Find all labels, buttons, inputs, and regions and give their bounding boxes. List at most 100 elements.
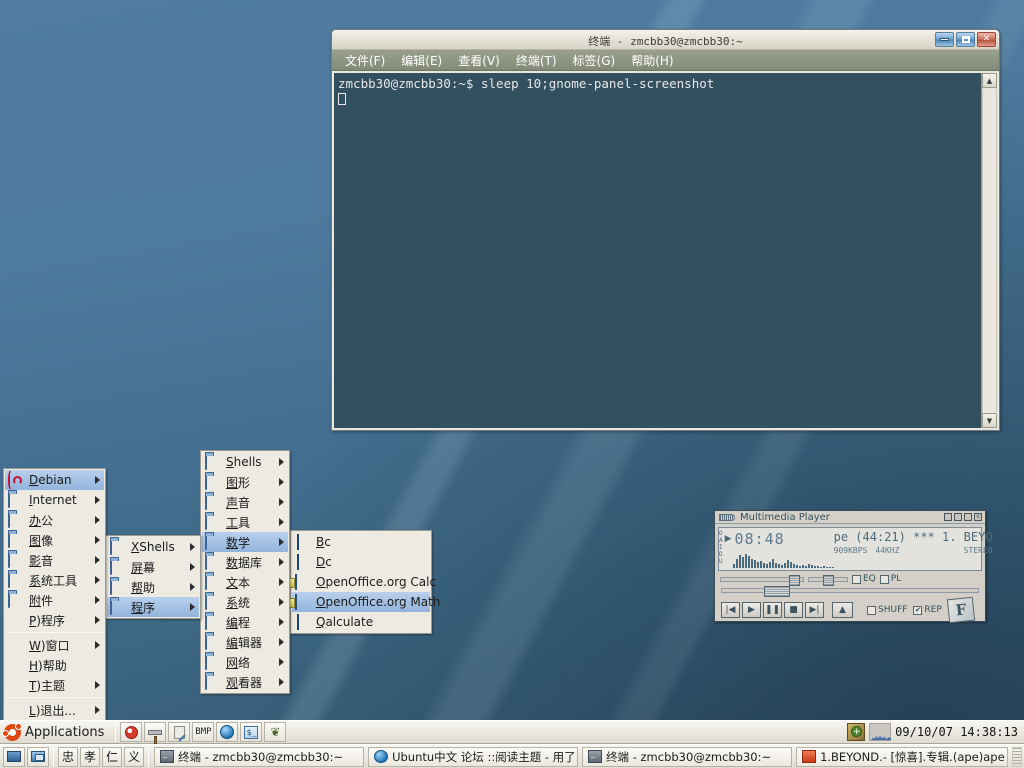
pause-button[interactable]: ❚❚	[763, 602, 782, 618]
repeat-checkbox[interactable]: ✔	[913, 605, 923, 615]
menu-item-internet[interactable]: Internet	[5, 490, 104, 510]
menu-item-编辑器[interactable]: 编辑器	[202, 632, 288, 652]
task-button-player[interactable]: 1.BEYOND.- [惊喜].专辑.(ape)ape (44...	[796, 746, 1009, 767]
menu-file[interactable]: 文件(F)	[338, 50, 392, 71]
window-list-panel[interactable]: 忠 孝 仁 义 终端 - zmcbb30@zmcbb30:~ Ubuntu中文 …	[0, 744, 1024, 768]
shuffle-toggle[interactable]: SHUFF	[867, 605, 907, 615]
menu-help[interactable]: 帮助(H)	[624, 50, 680, 71]
menu-view[interactable]: 查看(V)	[451, 50, 507, 71]
scroll-up-icon[interactable]: ▲	[982, 73, 997, 88]
task-button-terminal-1[interactable]: 终端 - zmcbb30@zmcbb30:~	[154, 746, 365, 767]
menu-terminal[interactable]: 终端(T)	[509, 50, 564, 71]
task-button-browser[interactable]: Ubuntu中文 论坛 ::阅读主题 - 用了...	[368, 746, 579, 767]
minimize-button[interactable]	[935, 32, 954, 47]
bmp-icon[interactable]: BMP	[192, 722, 215, 742]
terminal-icon[interactable]: $_	[240, 722, 263, 742]
terminal-scrollbar[interactable]: ▲ ▼	[981, 73, 997, 428]
menu-item-系统工具[interactable]: 系统工具	[5, 570, 104, 590]
menu-item-屏幕[interactable]: 屏幕	[107, 557, 199, 577]
menu-item-t-主题[interactable]: T)主题	[5, 675, 104, 695]
shuffle-checkbox[interactable]	[867, 605, 876, 615]
menu-item-xshells[interactable]: XShells	[107, 537, 199, 557]
menu-item-shells[interactable]: Shells	[202, 452, 288, 472]
workspace-4[interactable]: 义	[124, 746, 145, 767]
menu-item-dc[interactable]: Dc	[292, 552, 430, 572]
menu-item-数学[interactable]: 数学	[202, 532, 288, 552]
tools-icon[interactable]	[144, 722, 167, 744]
system-monitor-icon[interactable]	[869, 723, 892, 741]
maximize-button[interactable]	[956, 32, 975, 47]
menu-item-qalculate[interactable]: Qalculate	[292, 612, 430, 632]
player-titlebar[interactable]: Multimedia Player x	[715, 511, 985, 524]
equalizer-toggle[interactable]: EQ	[852, 574, 876, 584]
iceweasel-icon[interactable]	[120, 722, 143, 742]
panel-resize-grip[interactable]	[1012, 746, 1022, 767]
browser-icon[interactable]	[216, 722, 239, 742]
menu-item-附件[interactable]: 附件	[5, 590, 104, 610]
menu-item-影音[interactable]: 影音	[5, 550, 104, 570]
workspace-2[interactable]: 孝	[80, 746, 101, 767]
update-manager-icon[interactable]: +	[847, 723, 866, 741]
text-editor-icon[interactable]	[168, 722, 191, 742]
menu-item-观看器[interactable]: 观看器	[202, 672, 288, 692]
show-desktop-button[interactable]	[3, 746, 25, 767]
terminal-menubar[interactable]: 文件(F) 编辑(E) 查看(V) 终端(T) 标签(G) 帮助(H)	[332, 50, 999, 71]
menu-edit[interactable]: 编辑(E)	[394, 50, 449, 71]
repeat-toggle[interactable]: ✔ REP	[913, 605, 942, 615]
menu-item-声音[interactable]: 声音	[202, 492, 288, 512]
menu-math-apps[interactable]: Bc Dc OpenOffice.org Calc OpenOffice.org…	[290, 530, 440, 634]
gnome-icon[interactable]: ❦	[264, 722, 287, 742]
menu-item-数据库[interactable]: 数据库	[202, 552, 288, 572]
menu-root[interactable]: Debian Internet 办公 图像 影音 系统工具 附件 P)程序 W)窗口 H)帮助 T)…	[3, 468, 106, 722]
menu-item-系统[interactable]: 系统	[202, 592, 288, 612]
menu-item-程序[interactable]: 程序	[107, 597, 199, 617]
menu-item-bc[interactable]: Bc	[292, 532, 430, 552]
menu-item-h-帮助[interactable]: H)帮助	[5, 655, 104, 675]
close-button[interactable]: ✕	[977, 32, 996, 47]
scrollbar-trough[interactable]	[982, 89, 997, 412]
menu-item-图形[interactable]: 图形	[202, 472, 288, 492]
system-tray[interactable]: + 09/10/07 14:38:13	[847, 723, 1024, 741]
player-close-button[interactable]: x	[974, 513, 982, 521]
previous-button[interactable]: |◀	[721, 602, 740, 618]
terminal-output[interactable]: zmcbb30@zmcbb30:~$ sleep 10;gnome-panel-…	[334, 73, 981, 428]
eject-button[interactable]: ▲	[832, 602, 853, 618]
desktop[interactable]: 终端 - zmcbb30@zmcbb30:~ ✕ 文件(F) 编辑(E) 查看(…	[0, 0, 1024, 768]
clock[interactable]: 09/10/07 14:38:13	[895, 725, 1018, 739]
menu-item-w-窗口[interactable]: W)窗口	[5, 635, 104, 655]
task-button-terminal-2[interactable]: 终端 - zmcbb30@zmcbb30:~	[582, 746, 793, 767]
volume-slider-thumb[interactable]	[789, 574, 800, 586]
window-selector-button[interactable]	[27, 746, 49, 767]
stop-button[interactable]: ■	[784, 602, 803, 618]
seek-slider[interactable]	[721, 586, 979, 597]
menu-item-openoffice-calc[interactable]: OpenOffice.org Calc	[292, 572, 436, 592]
workspace-1[interactable]: 忠	[58, 746, 79, 767]
eq-checkbox[interactable]	[852, 574, 861, 584]
applications-panel[interactable]: Applications BMP $_ ❦ + 09/10/07 14:38:1…	[0, 720, 1024, 744]
next-button[interactable]: ▶|	[805, 602, 824, 618]
menu-item-图像[interactable]: 图像	[5, 530, 104, 550]
play-button[interactable]: ▶	[742, 602, 761, 618]
terminal-window[interactable]: 终端 - zmcbb30@zmcbb30:~ ✕ 文件(F) 编辑(E) 查看(…	[331, 29, 1000, 431]
menu-item-p-程序[interactable]: P)程序	[5, 610, 104, 630]
menu-item-编程[interactable]: 编程	[202, 612, 288, 632]
menu-item-debian[interactable]: Debian	[5, 470, 104, 490]
player-brand-icon[interactable]: F	[946, 596, 975, 624]
pl-checkbox[interactable]	[879, 574, 889, 584]
balance-slider[interactable]	[808, 574, 848, 586]
menu-item-网络[interactable]: 网络	[202, 652, 288, 672]
menu-program-categories[interactable]: Shells 图形 声音 工具 数学 数据库 文本 系统 编程 编辑器 网络 观看器	[200, 450, 290, 694]
scroll-down-icon[interactable]: ▼	[982, 413, 997, 428]
menu-item-openoffice-math[interactable]: OpenOffice.org Math	[292, 592, 440, 612]
playlist-toggle[interactable]: PL	[879, 574, 901, 584]
menu-debian-submenu[interactable]: XShells 屏幕 帮助 程序	[105, 535, 201, 619]
seek-slider-thumb[interactable]	[764, 586, 790, 597]
player-minimize-button[interactable]	[954, 513, 962, 521]
player-maximize-button[interactable]	[964, 513, 972, 521]
menu-tabs[interactable]: 标签(G)	[566, 50, 623, 71]
menu-item-帮助[interactable]: 帮助	[107, 577, 199, 597]
menu-item-工具[interactable]: 工具	[202, 512, 288, 532]
menu-item-文本[interactable]: 文本	[202, 572, 288, 592]
menu-item-l-退出-[interactable]: L)退出...	[5, 700, 104, 720]
terminal-body[interactable]: zmcbb30@zmcbb30:~$ sleep 10;gnome-panel-…	[334, 73, 997, 428]
